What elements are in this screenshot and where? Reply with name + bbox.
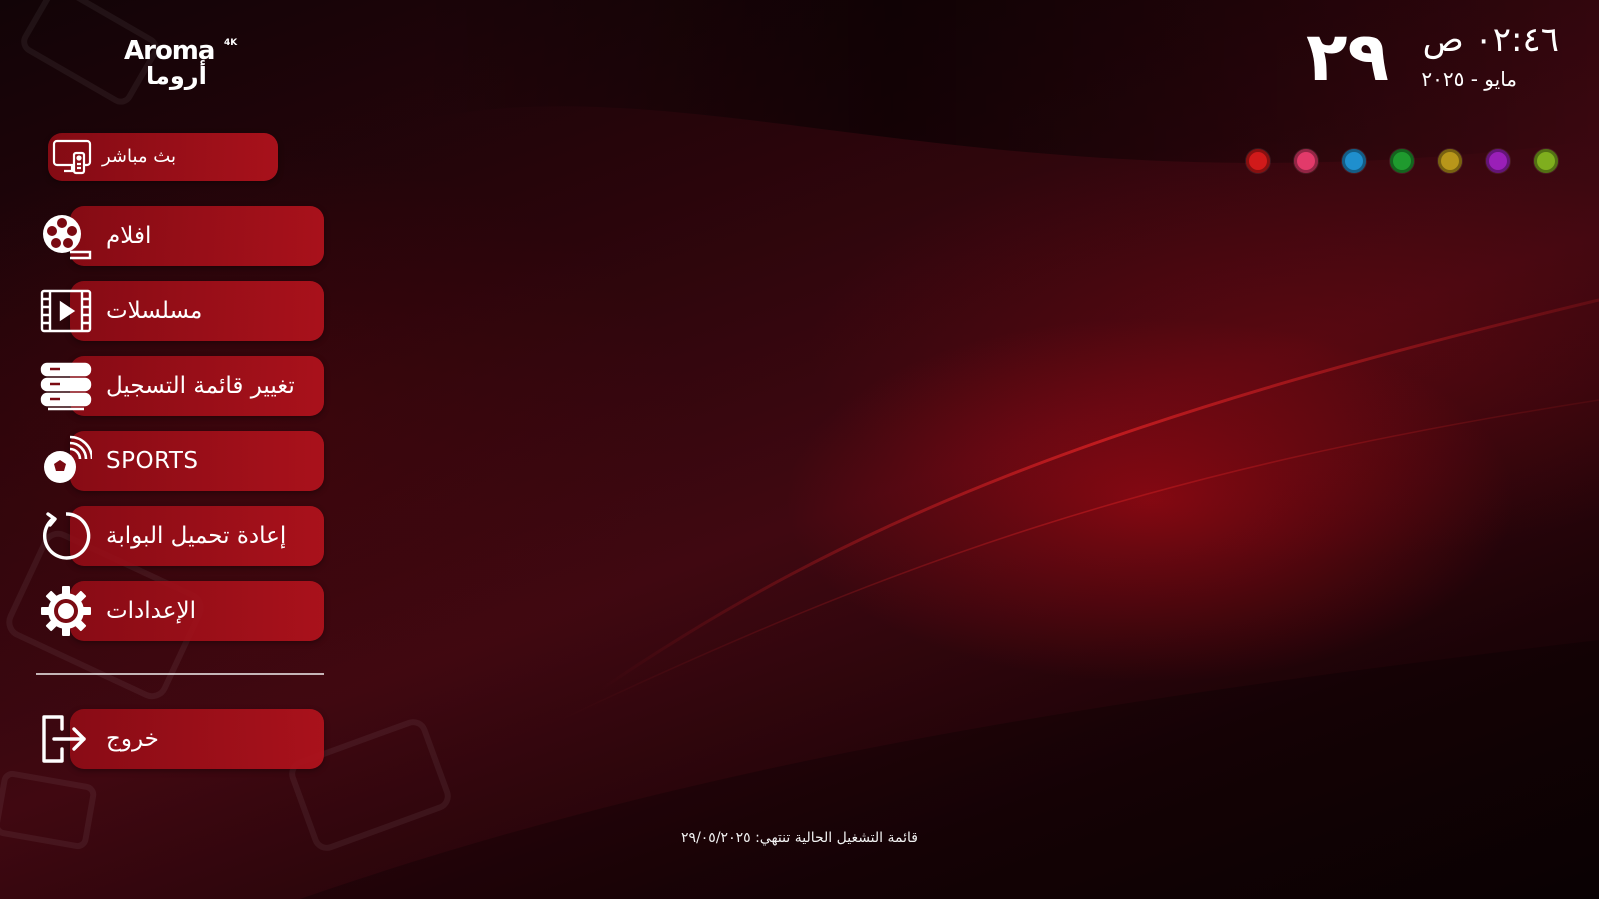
color-dot-purple[interactable] [1486, 149, 1510, 173]
exit-icon [40, 713, 92, 765]
menu-item-label: مسلسلات [106, 298, 203, 324]
menu-item-reload[interactable]: إعادة تحميل البوابة [43, 506, 324, 566]
main-menu: بث مباشر افلام مسلسلات تغيير قائمة التسج… [0, 0, 340, 899]
clock-widget: ٢٩ ٠٢:٤٦ ص مايو - ٢٠٢٥ [1299, 18, 1559, 108]
menu-item-movies[interactable]: افلام [43, 206, 324, 266]
color-dot-pink[interactable] [1294, 149, 1318, 173]
tv-remote-icon [50, 135, 94, 179]
film-reel-icon [40, 210, 92, 262]
menu-item-settings[interactable]: الإعدادات [41, 581, 324, 641]
color-dot-gold[interactable] [1438, 149, 1462, 173]
menu-item-label: افلام [106, 223, 152, 249]
color-dot-red[interactable] [1246, 149, 1270, 173]
clock-time: ٠٢:٤٦ ص [1422, 20, 1559, 60]
menu-item-label: إعادة تحميل البوابة [106, 523, 287, 549]
soccer-ball-signal-icon [40, 435, 94, 487]
color-dot-green[interactable] [1390, 149, 1414, 173]
menu-item-playlist[interactable]: تغيير قائمة التسجيل [40, 356, 324, 416]
gear-icon [40, 585, 92, 637]
menu-item-label: الإعدادات [106, 598, 196, 624]
clock-day: ٢٩ [1305, 18, 1389, 97]
menu-item-exit[interactable]: خروج [42, 709, 324, 769]
home-screen: Aroma 4K أروما ٢٩ ٠٢:٤٦ ص مايو - ٢٠٢٥ بث… [0, 0, 1599, 899]
menu-item-label: بث مباشر [102, 146, 176, 167]
refresh-icon [40, 510, 92, 562]
menu-item-label: تغيير قائمة التسجيل [106, 373, 295, 399]
menu-item-label: خروج [106, 726, 159, 752]
menu-item-label: SPORTS [106, 448, 199, 474]
menu-item-sports[interactable]: SPORTS [44, 431, 324, 491]
color-dot-blue[interactable] [1342, 149, 1366, 173]
menu-divider [36, 673, 324, 675]
menu-item-live[interactable]: بث مباشر [48, 133, 278, 181]
clock-date: مايو - ٢٠٢٥ [1421, 67, 1517, 91]
server-list-icon [40, 360, 92, 412]
film-strip-play-icon [40, 285, 92, 337]
playlist-expiry-note: قائمة التشغيل الحالية تنتهي: ٢٩/٠٥/٢٠٢٥ [0, 830, 1599, 846]
playlist-expiry-text: قائمة التشغيل الحالية تنتهي: ٢٩/٠٥/٢٠٢٥ [681, 830, 918, 846]
menu-item-series[interactable]: مسلسلات [40, 281, 324, 341]
color-dot-olive[interactable] [1534, 149, 1558, 173]
